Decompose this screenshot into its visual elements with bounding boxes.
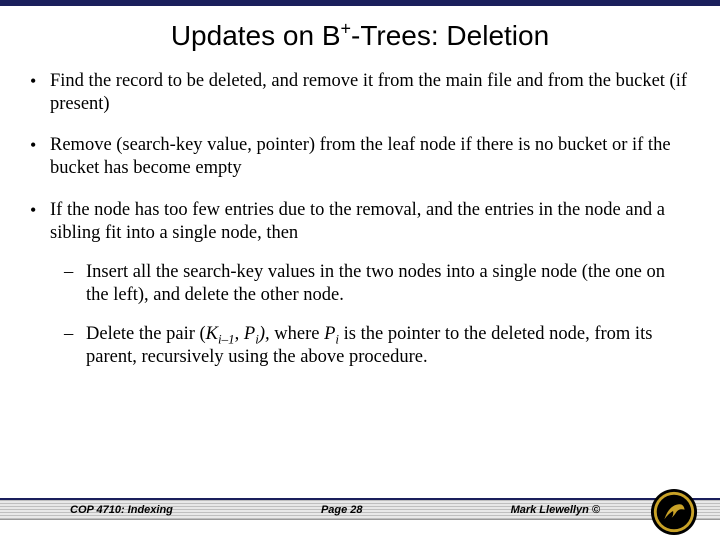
- bullet-item: Find the record to be deleted, and remov…: [28, 70, 692, 116]
- sub-bullet-item: Delete the pair (Ki–1, Pi), where Pi is …: [64, 323, 692, 369]
- bullet-list: Find the record to be deleted, and remov…: [28, 70, 692, 369]
- ucf-pegasus-logo: [650, 488, 698, 536]
- footer-stripe: COP 4710: Indexing Page 28 Mark Llewelly…: [0, 498, 720, 520]
- footer-below: [0, 520, 720, 538]
- text-fragment: ),: [259, 324, 274, 344]
- text-fragment: where: [274, 324, 324, 344]
- top-accent-bar: [0, 0, 720, 6]
- bullet-item: Remove (search-key value, pointer) from …: [28, 134, 692, 180]
- slide-footer: COP 4710: Indexing Page 28 Mark Llewelly…: [0, 498, 720, 540]
- footer-author: Mark Llewellyn ©: [511, 504, 600, 516]
- footer-page: Page 28: [321, 504, 363, 516]
- slide-title: Updates on B+-Trees: Deletion: [0, 20, 720, 52]
- math-subscript: i–1: [218, 332, 235, 347]
- footer-course: COP 4710: Indexing: [70, 504, 173, 516]
- title-pre: Updates on B: [171, 20, 341, 51]
- math-var: P: [324, 324, 335, 344]
- text-fragment: ,: [235, 324, 244, 344]
- sub-bullet-item: Insert all the search-key values in the …: [64, 261, 692, 307]
- math-var: K: [206, 324, 218, 344]
- bullet-item: If the node has too few entries due to t…: [28, 199, 692, 370]
- title-superscript: +: [341, 19, 352, 39]
- slide-body: Find the record to be deleted, and remov…: [0, 70, 720, 369]
- math-var: P: [244, 324, 255, 344]
- text-fragment: Delete the pair (: [86, 324, 206, 344]
- title-post: -Trees: Deletion: [351, 20, 549, 51]
- bullet-text: If the node has too few entries due to t…: [50, 200, 665, 243]
- sub-bullet-list: Insert all the search-key values in the …: [50, 261, 692, 370]
